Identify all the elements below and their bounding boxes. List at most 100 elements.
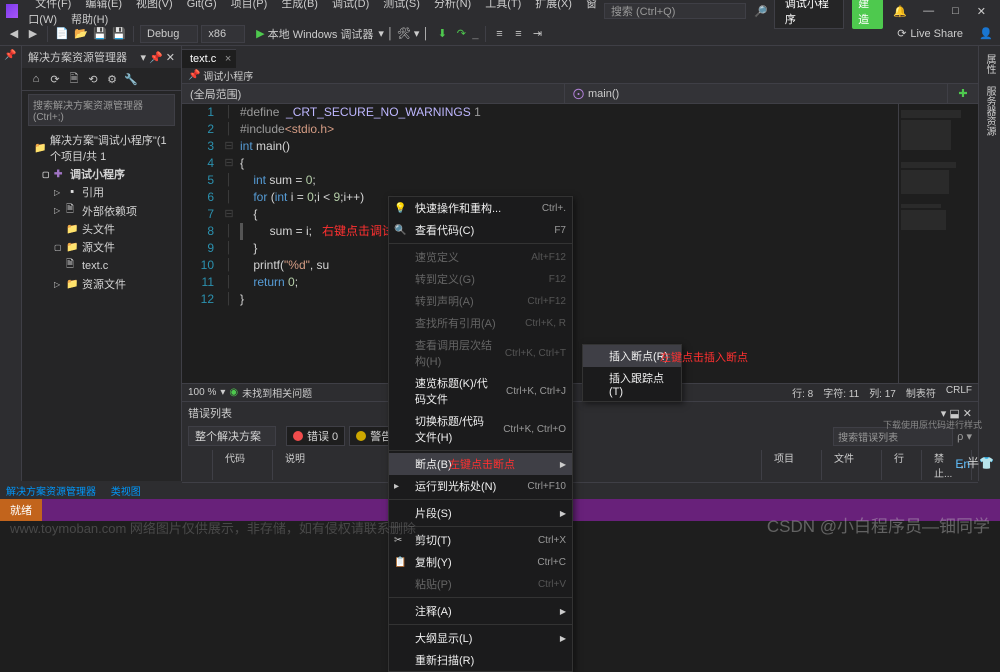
ctx-item[interactable]: 速览标题(K)/代码文件Ctrl+K, Ctrl+J [389,372,572,410]
error-scope-combo[interactable]: 整个解决方案 [188,426,276,446]
scope-global[interactable]: (全局范围) [182,84,565,103]
panel-title: 解决方案资源管理器 [28,49,127,65]
watermark-csdn: CSDN @小白程序员—钿同学 [767,512,990,537]
error-list-panel: 错误列表▾ ⬓ ✕ 整个解决方案 错误 0 警告 0 搜索错误列表 ρ ▾ 代码… [182,401,978,481]
ctx-item[interactable]: 📋复制(Y)Ctrl+C [389,551,572,573]
uncomment-icon[interactable]: ≡ [511,26,527,42]
tab-class-view[interactable]: 类视图 [111,487,141,498]
error-col-header[interactable]: 代码 [213,450,273,480]
ctx-item[interactable]: 片段(S)▶ [389,502,572,524]
server-tab[interactable]: 服务器资源 [980,82,999,140]
editor-tab[interactable]: text.c [182,49,236,68]
menu-item[interactable]: 调试(D) [325,0,376,12]
ctx-item: 转到声明(A)Ctrl+F12 [389,290,572,312]
maximize-button[interactable]: □ [944,1,967,21]
menu-item[interactable]: 生成(B) [274,0,325,12]
minimap[interactable] [898,104,978,383]
ctx-item[interactable]: 切换标题/代码文件(H)Ctrl+K, Ctrl+O [389,410,572,448]
menu-item[interactable]: Git(G) [180,0,224,12]
notifications-icon[interactable]: 🔔 [893,5,907,18]
file-node-textc[interactable]: 🗎text.c [26,256,177,275]
step-over-icon[interactable]: ↷ [453,26,469,42]
ctx-item: 查找所有引用(A)Ctrl+K, R [389,312,572,334]
admin-icon[interactable]: 👤 [978,26,994,42]
pin-icon[interactable]: 📌 [4,50,16,61]
ctx-item[interactable]: 断点(B)左键点击断点▶ [389,453,572,475]
menu-item[interactable]: 分析(N) [427,0,478,12]
comment-icon[interactable]: ≡ [492,26,508,42]
main-toolbar: ◀ ▶ 📄 📂 💾 💾 Debug x86 ▶ 本地 Windows 调试器 ▾… [0,22,1000,46]
ctx-item[interactable]: 大纲显示(L)▶ [389,627,572,649]
new-file-icon[interactable]: 📄 [54,26,70,42]
ctx-item[interactable]: ▸运行到光标处(N)Ctrl+F10 [389,475,572,497]
ctx-item[interactable]: 🔍查看代码(C)F7 [389,219,572,241]
project-node[interactable]: ▢✚调试小程序 [26,165,177,183]
back-icon[interactable]: ◀ [6,26,22,42]
overlay-caption: 下载使用原代码进行样式 [883,418,982,431]
open-icon[interactable]: 📂 [73,26,89,42]
error-col-header[interactable] [188,450,213,480]
tab-solution-explorer[interactable]: 解决方案资源管理器 [6,487,96,498]
close-button[interactable]: ✕ [969,1,994,22]
menu-item[interactable]: 工具(T) [478,0,528,12]
error-col-header[interactable]: 项目 [762,450,822,480]
indent-icon[interactable]: ⇥ [530,26,546,42]
sync-icon[interactable]: ⟳ [47,71,63,87]
error-col-header[interactable]: 行 [882,450,922,480]
fold-gutter[interactable]: ││⊟⊟││⊟│││││ [222,104,236,383]
refresh-icon[interactable]: ⟲ [85,71,101,87]
forward-icon[interactable]: ▶ [25,26,41,42]
editor-tabs: text.c [182,46,978,68]
run-button[interactable]: 本地 Windows 调试器 [268,26,374,42]
properties-icon[interactable]: ⚙ [104,71,120,87]
ctx-item: 查看调用层次结构(H)Ctrl+K, Ctrl+T [389,334,572,372]
run-icon[interactable]: ▶ [256,27,264,40]
ctx-item[interactable]: ✂剪切(T)Ctrl+X [389,529,572,551]
user-badge[interactable]: 建造 [852,0,883,29]
menu-item[interactable]: 项目(P) [224,0,275,12]
wrench-icon[interactable]: 🔧 [123,71,139,87]
config-combo[interactable]: Debug [140,25,198,43]
resources-node[interactable]: ▷📁资源文件 [26,275,177,293]
submenu-item[interactable]: 插入跟踪点(T) [583,367,681,401]
context-menu: 💡快速操作和重构...Ctrl+.🔍查看代码(C)F7 速览定义Alt+F12 转到… [388,196,573,672]
ctx-item[interactable]: 注释(A)▶ [389,600,572,622]
menu-item[interactable]: 扩展(X) [528,0,579,12]
ctx-item: 速览定义Alt+F12 [389,246,572,268]
show-all-icon[interactable]: 🗎 [66,71,82,87]
menu-item[interactable]: 文件(F) [28,0,78,12]
live-share-button[interactable]: ⟳ Live Share [891,25,969,42]
error-col-header[interactable]: 文件 [822,450,882,480]
references-node[interactable]: ▷▫️引用 [26,183,177,201]
right-tool-strip: 属性 服务器资源 [978,46,1000,481]
search-input[interactable]: 搜索 (Ctrl+Q) [604,3,746,19]
explorer-search[interactable]: 搜索解决方案资源管理器(Ctrl+;) [28,94,175,126]
watermark-source: www.toymoban.com 网络图片仅供展示，非存储，如有侵权请联系删除 [10,518,416,537]
properties-tab[interactable]: 属性 [980,50,999,78]
error-count-pill[interactable]: 错误 0 [286,426,345,446]
ctx-item[interactable]: 💡快速操作和重构...Ctrl+. [389,197,572,219]
menu-item[interactable]: 视图(V) [129,0,180,12]
save-icon[interactable]: 💾 [92,26,108,42]
error-panel-title: 错误列表 [188,405,232,421]
pin-icon[interactable]: ▾ 📌 ✕ [140,52,175,64]
ctx-item[interactable]: 重新扫描(R) [389,649,572,671]
minimize-button[interactable]: — [915,1,942,21]
startup-project-combo[interactable]: 调试小程序 [774,0,844,29]
save-all-icon[interactable]: 💾 [111,26,127,42]
menu-item[interactable]: 测试(S) [376,0,427,12]
titlebar: 文件(F)编辑(E)视图(V)Git(G)项目(P)生成(B)调试(D)测试(S… [0,0,1000,22]
solution-node[interactable]: 📁解决方案"调试小程序"(1 个项目/共 1 [26,131,177,165]
menu-item[interactable]: 编辑(E) [78,0,129,12]
step-icon[interactable]: ⬇ [434,26,450,42]
home-icon[interactable]: ⌂ [28,71,44,87]
scope-function[interactable]: ⨀main() [565,84,948,103]
headers-node[interactable]: 📁头文件 [26,220,177,238]
solution-explorer: 解决方案资源管理器 ▾ 📌 ✕ ⌂ ⟳ 🗎 ⟲ ⚙ 🔧 搜索解决方案资源管理器(… [22,46,182,481]
add-icon[interactable]: ✚ [948,84,978,103]
external-deps-node[interactable]: ▷🗎外部依赖项 [26,201,177,220]
pinned-label: 调试小程序 [203,68,253,83]
ime-mode: , 半👕 [960,454,994,471]
sources-node[interactable]: ▢📁源文件 [26,238,177,256]
platform-combo[interactable]: x86 [201,25,245,43]
